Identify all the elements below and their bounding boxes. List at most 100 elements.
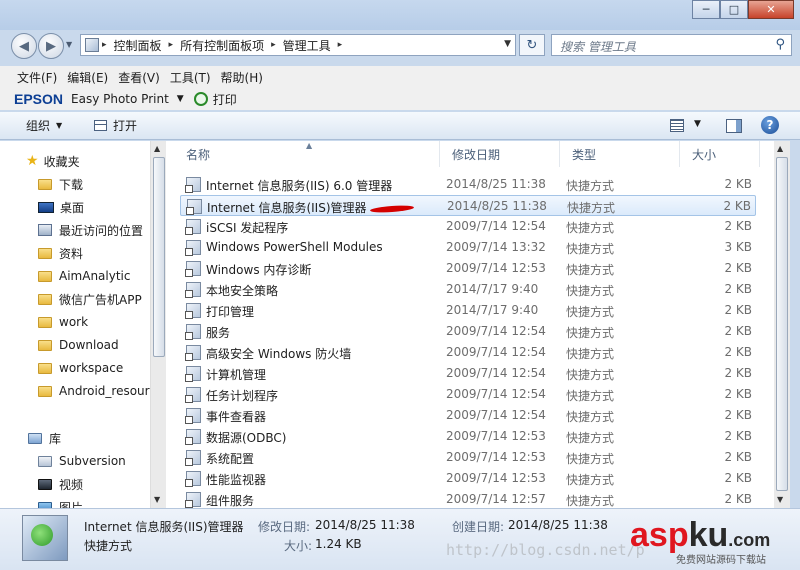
open-button[interactable]: 打开 <box>94 117 137 134</box>
organize-button[interactable]: 组织 ▼ <box>26 117 62 134</box>
sidebar-item-subversion[interactable]: Subversion <box>0 450 150 472</box>
menu-edit[interactable]: 编辑(E) <box>62 69 113 86</box>
table-row[interactable]: 服务 2009/7/14 12:54 快捷方式 2 KB <box>180 321 756 342</box>
file-size: 2 KB <box>724 387 752 401</box>
column-header-date[interactable]: 修改日期 <box>440 141 560 167</box>
blog-url-watermark: http://blog.csdn.net/p <box>446 541 645 559</box>
menu-tools[interactable]: 工具(T) <box>165 69 216 86</box>
view-dropdown-icon[interactable]: ▼ <box>694 119 701 129</box>
command-bar: 组织 ▼ 打开 ▼ ? <box>0 112 800 140</box>
scroll-up-icon[interactable]: ▲ <box>777 144 783 153</box>
sidebar-favorites[interactable]: ★ 收藏夹 <box>0 150 150 172</box>
breadcrumb-admin-tools[interactable]: 管理工具 <box>279 35 335 55</box>
view-options-icon[interactable] <box>670 119 684 132</box>
maximize-button[interactable]: □ <box>720 0 748 19</box>
file-type: 快捷方式 <box>566 263 615 277</box>
table-row[interactable]: 高级安全 Windows 防火墙 2009/7/14 12:54 快捷方式 2 KB <box>180 342 756 363</box>
table-row[interactable]: Internet 信息服务(IIS)管理器 2014/8/25 11:38 快捷方式… <box>180 195 756 216</box>
breadcrumb-separator[interactable]: ▸ <box>99 40 110 50</box>
table-row[interactable]: 系统配置 2009/7/14 12:53 快捷方式 2 KB <box>180 447 756 468</box>
details-file-type: 快捷方式 <box>84 539 133 553</box>
shortcut-icon <box>185 387 201 403</box>
sidebar-item-label: 视频 <box>59 477 84 492</box>
table-row[interactable]: 数据源(ODBC) 2009/7/14 12:53 快捷方式 2 KB <box>180 426 756 447</box>
recent-pages-dropdown[interactable]: ▼ <box>66 40 76 49</box>
file-date: 2009/7/14 12:53 <box>446 471 546 485</box>
breadcrumb-control-panel[interactable]: 控制面板 <box>110 35 166 55</box>
file-name: Windows 内存诊断 <box>206 263 312 277</box>
sidebar-item-ziliao[interactable]: 资料 <box>0 242 150 264</box>
preview-pane-icon[interactable] <box>726 119 742 133</box>
file-type: 快捷方式 <box>566 494 615 508</box>
sidebar-item-videos[interactable]: 视频 <box>0 473 150 495</box>
sidebar-scrollbar[interactable]: ▲ ▼ <box>150 141 166 508</box>
address-bar[interactable]: ▸ 控制面板 ▸ 所有控制面板项 ▸ 管理工具 ▸ ▼ <box>80 34 516 56</box>
search-icon[interactable]: ⚲ <box>775 37 785 52</box>
iis-manager-large-icon <box>22 515 68 561</box>
table-row[interactable]: 打印管理 2014/7/17 9:40 快捷方式 2 KB <box>180 300 756 321</box>
sidebar-item-workspace[interactable]: workspace <box>0 357 150 379</box>
table-row[interactable]: 事件查看器 2009/7/14 12:54 快捷方式 2 KB <box>180 405 756 426</box>
sidebar-item-pictures[interactable]: 图片 <box>0 496 150 508</box>
address-dropdown-icon[interactable]: ▼ <box>504 39 511 49</box>
sidebar-item-download[interactable]: Download <box>0 334 150 356</box>
menu-view[interactable]: 查看(V) <box>113 69 165 86</box>
minimize-button[interactable]: ─ <box>692 0 720 19</box>
menu-help[interactable]: 帮助(H) <box>216 69 268 86</box>
sidebar-item-work[interactable]: work <box>0 311 150 333</box>
close-button[interactable]: ✕ <box>748 0 794 19</box>
print-icon <box>193 92 208 106</box>
menu-file[interactable]: 文件(F) <box>12 69 62 86</box>
file-date: 2009/7/14 12:54 <box>446 408 546 422</box>
scroll-down-icon[interactable]: ▼ <box>154 495 160 504</box>
table-row[interactable]: Internet 信息服务(IIS) 6.0 管理器 2014/8/25 11:3… <box>180 174 756 195</box>
sidebar-item-downloads[interactable]: 下载 <box>0 173 150 195</box>
sidebar-item-android-resour[interactable]: Android_resour <box>0 380 150 402</box>
column-header-type[interactable]: 类型 <box>560 141 680 167</box>
file-date: 2009/7/14 13:32 <box>446 240 546 254</box>
sidebar-scroll-thumb[interactable] <box>153 157 165 357</box>
breadcrumb-separator[interactable]: ▸ <box>166 40 177 50</box>
file-type: 快捷方式 <box>566 410 615 424</box>
help-icon[interactable]: ? <box>761 116 779 134</box>
scroll-up-icon[interactable]: ▲ <box>154 144 160 153</box>
table-row[interactable]: 计算机管理 2009/7/14 12:54 快捷方式 2 KB <box>180 363 756 384</box>
column-header-name[interactable]: 名称 <box>174 141 440 167</box>
folder-icon <box>38 293 52 305</box>
table-row[interactable]: Windows PowerShell Modules 2009/7/14 13:3… <box>180 237 756 258</box>
scroll-down-icon[interactable]: ▼ <box>777 495 783 504</box>
file-type: 快捷方式 <box>566 347 615 361</box>
details-modified-value: 2014/8/25 11:38 <box>315 518 415 532</box>
easy-photo-print-button[interactable]: Easy Photo Print <box>71 92 169 106</box>
table-row[interactable]: 性能监视器 2009/7/14 12:53 快捷方式 2 KB <box>180 468 756 489</box>
file-type: 快捷方式 <box>566 473 615 487</box>
breadcrumb-separator[interactable]: ▸ <box>335 40 346 50</box>
table-row[interactable]: 本地安全策略 2014/7/17 9:40 快捷方式 2 KB <box>180 279 756 300</box>
print-button[interactable]: 打印 <box>213 91 237 108</box>
breadcrumb-separator[interactable]: ▸ <box>268 40 279 50</box>
file-list-scrollbar[interactable]: ▲ ▼ <box>774 141 790 508</box>
sidebar-library[interactable]: 库 <box>0 427 150 449</box>
breadcrumb-all-items[interactable]: 所有控制面板项 <box>176 35 268 55</box>
videos-library-icon <box>38 478 52 490</box>
back-button[interactable]: ◀ <box>11 33 37 59</box>
sidebar-item-aimanalytic[interactable]: AimAnalytic <box>0 265 150 287</box>
epson-toolbar: EPSON Easy Photo Print ▼ 打印 <box>0 88 800 110</box>
refresh-button[interactable]: ↻ <box>519 34 545 56</box>
chevron-down-icon[interactable]: ▼ <box>177 94 184 104</box>
sidebar-item-wechat-app[interactable]: 微信广告机APP <box>0 288 150 310</box>
forward-button[interactable]: ▶ <box>38 33 64 59</box>
file-size: 2 KB <box>724 366 752 380</box>
sidebar-item-recent[interactable]: 最近访问的位置 <box>0 219 150 241</box>
sidebar-item-label: Download <box>59 338 119 352</box>
sidebar-item-desktop[interactable]: 桌面 <box>0 196 150 218</box>
file-name: Internet 信息服务(IIS)管理器 <box>207 201 367 215</box>
aspku-logo-part: asp <box>630 516 689 554</box>
file-list-scroll-thumb[interactable] <box>776 157 788 491</box>
search-input[interactable]: 搜索 管理工具 ⚲ <box>551 34 792 56</box>
column-header-size[interactable]: 大小 <box>680 141 760 167</box>
table-row[interactable]: 任务计划程序 2009/7/14 12:54 快捷方式 2 KB <box>180 384 756 405</box>
table-row[interactable]: Windows 内存诊断 2009/7/14 12:53 快捷方式 2 KB <box>180 258 756 279</box>
table-row[interactable]: iSCSI 发起程序 2009/7/14 12:54 快捷方式 2 KB <box>180 216 756 237</box>
table-row[interactable]: 组件服务 2009/7/14 12:57 快捷方式 2 KB <box>180 489 756 510</box>
